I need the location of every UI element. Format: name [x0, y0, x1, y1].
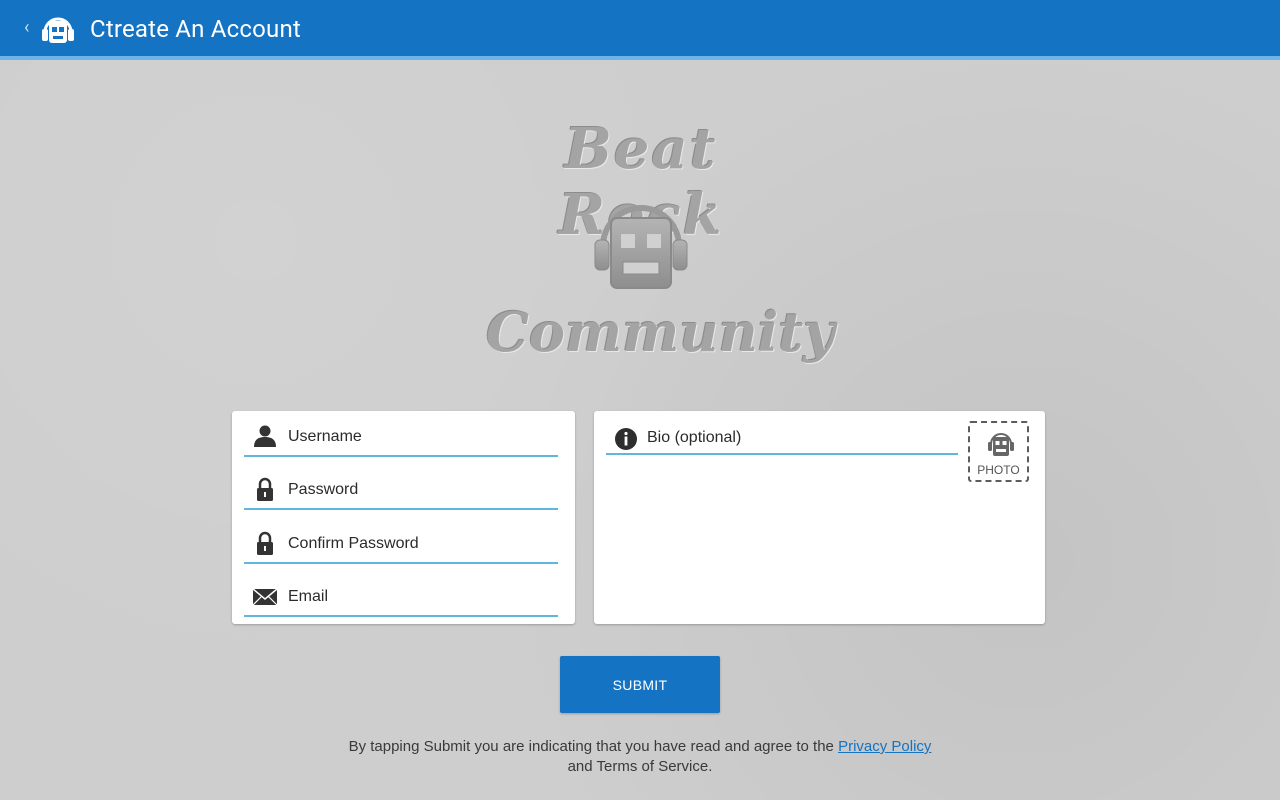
password-input[interactable] — [288, 476, 548, 504]
app-logo: Beat Rock Community — [486, 112, 835, 372]
bio-input[interactable] — [647, 425, 947, 451]
lock-icon — [257, 477, 273, 501]
robot-headphones-icon[interactable] — [40, 12, 76, 48]
email-field[interactable] — [244, 581, 558, 617]
confirm-password-field[interactable] — [244, 528, 558, 564]
robot-headphones-icon — [988, 433, 1014, 456]
info-icon — [615, 428, 637, 450]
logo-subtitle: Community — [486, 300, 835, 364]
submit-button[interactable]: SUBMIT — [560, 656, 720, 713]
legal-notice: By tapping Submit you are indicating tha… — [340, 737, 940, 777]
legal-text-after: and Terms of Service. — [567, 758, 713, 775]
page-title: Ctreate An Account — [90, 15, 301, 43]
username-input[interactable] — [288, 423, 548, 451]
action-bar: ‹ Ctreate An Account — [0, 0, 1280, 60]
robot-headphones-icon — [594, 205, 688, 289]
username-field[interactable] — [244, 421, 558, 457]
chevron-left-icon[interactable]: ‹ — [24, 18, 29, 38]
credentials-card — [232, 411, 575, 624]
add-photo-button[interactable]: PHOTO — [968, 421, 1029, 482]
email-input[interactable] — [288, 583, 548, 611]
bio-field[interactable] — [606, 423, 958, 455]
confirm-password-input[interactable] — [288, 530, 548, 558]
lock-icon — [257, 531, 273, 555]
envelope-icon — [252, 588, 278, 606]
photo-label: PHOTO — [977, 463, 1020, 477]
profile-card: PHOTO — [594, 411, 1045, 624]
legal-text-before: By tapping Submit you are indicating tha… — [348, 738, 839, 755]
privacy-policy-link[interactable]: Privacy Policy — [838, 738, 931, 755]
person-icon — [254, 425, 276, 447]
password-field[interactable] — [244, 474, 558, 510]
